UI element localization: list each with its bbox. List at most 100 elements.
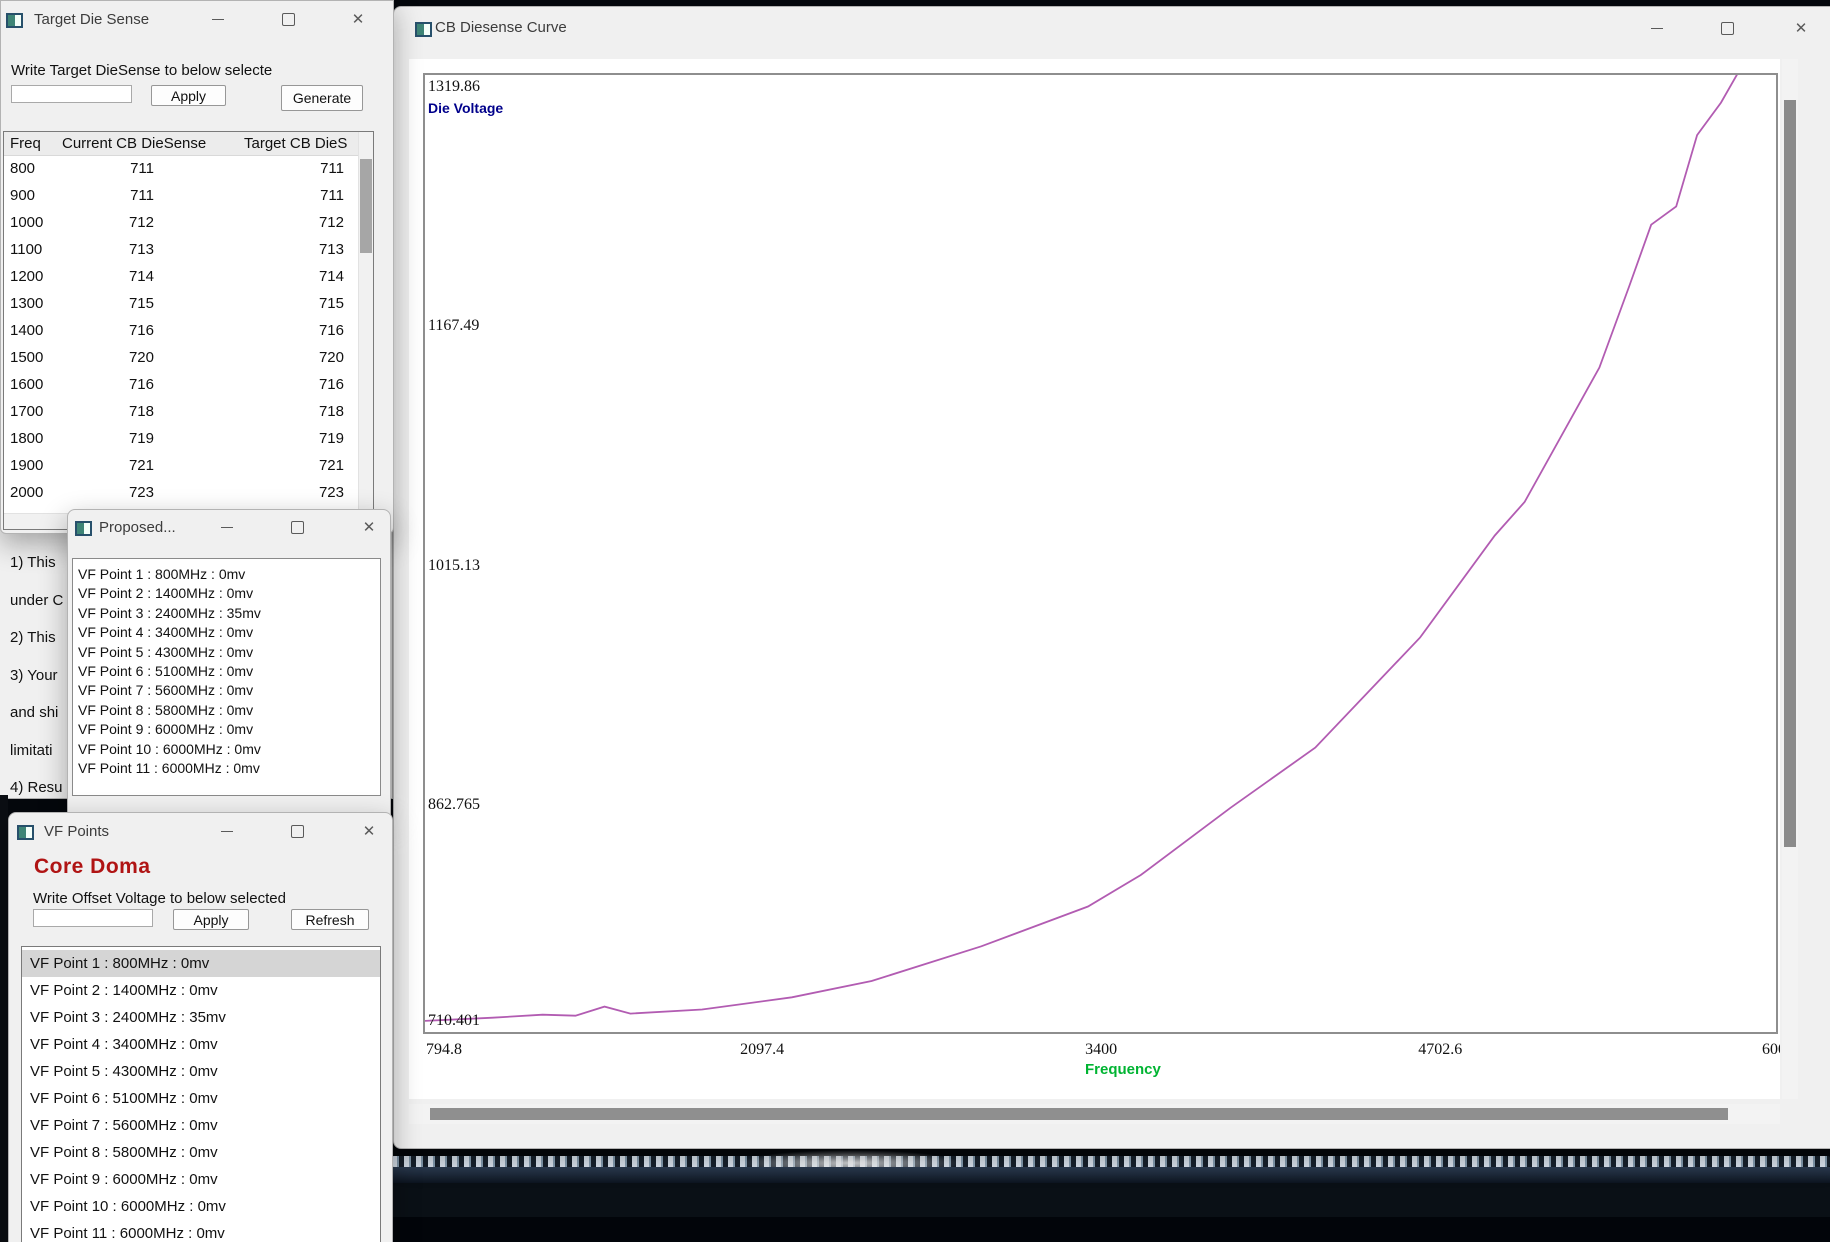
chart-vertical-scrollbar[interactable] <box>1782 59 1798 1099</box>
column-header[interactable]: Freq <box>10 135 41 152</box>
y-axis-title: Die Voltage <box>428 100 504 116</box>
vf-titlebar[interactable]: VF Points <box>9 813 392 849</box>
list-item[interactable]: VF Point 11 : 6000MHz : 0mv <box>22 1220 380 1242</box>
cb-window-title: CB Diesense Curve <box>435 19 567 36</box>
table-cell: 1900 <box>10 457 44 474</box>
table-header-row: Freq Current CB DieSense Target CB DieS <box>4 132 373 156</box>
list-item[interactable]: VF Point 1 : 800MHz : 0mv <box>22 950 380 977</box>
list-item[interactable]: VF Point 6 : 5100MHz : 0mv <box>22 1085 380 1112</box>
x-axis-title: Frequency <box>1085 1061 1161 1078</box>
proposed-window-title: Proposed... <box>99 519 176 536</box>
table-cell: 1700 <box>10 403 44 420</box>
table-row[interactable]: 1900 721 721 <box>4 452 373 479</box>
list-item[interactable]: VF Point 4 : 3400MHz : 0mv <box>73 623 380 642</box>
minimize-button[interactable] <box>210 514 244 540</box>
target-caption-label: Write Target DieSense to below selecte <box>11 62 273 79</box>
column-header[interactable]: Target CB DieS <box>244 135 347 152</box>
maximize-button[interactable] <box>280 818 314 844</box>
vf-point-list[interactable]: VF Point 1 : 800MHz : 0mv VF Point 2 : 14… <box>21 946 381 1242</box>
list-item[interactable]: VF Point 8 : 5800MHz : 0mv <box>22 1139 380 1166</box>
table-vertical-scrollbar-thumb[interactable] <box>360 159 372 253</box>
table-row[interactable]: 1800 719 719 <box>4 425 373 452</box>
x-tick-label: 6000 <box>1762 1041 1780 1058</box>
y-tick-label: 1015.13 <box>428 556 480 574</box>
cb-diesense-curve-window: CB Diesense Curve 1319.86 1167.49 1015.13 8… <box>393 6 1830 1149</box>
target-titlebar[interactable]: Target Die Sense <box>1 1 393 37</box>
close-button[interactable] <box>352 514 386 540</box>
list-item[interactable]: VF Point 10 : 6000MHz : 0mv <box>22 1193 380 1220</box>
table-row[interactable]: 1100 713 713 <box>4 236 373 263</box>
list-item[interactable]: VF Point 7 : 5600MHz : 0mv <box>22 1112 380 1139</box>
column-header[interactable]: Current CB DieSense <box>62 135 206 152</box>
minimize-button[interactable] <box>1640 15 1674 41</box>
table-cell: 2000 <box>10 484 44 501</box>
table-row[interactable]: 1200 714 714 <box>4 263 373 290</box>
apply-button[interactable]: Apply <box>173 909 249 930</box>
list-item[interactable]: VF Point 1 : 800MHz : 0mv <box>73 565 380 584</box>
y-tick-label: 1319.86 <box>428 78 480 95</box>
table-cell: 723 <box>128 484 154 501</box>
maximize-icon <box>281 12 295 26</box>
list-item[interactable]: VF Point 11 : 6000MHz : 0mv <box>73 759 380 778</box>
list-item[interactable]: VF Point 3 : 2400MHz : 35mv <box>22 1004 380 1031</box>
list-item[interactable]: VF Point 2 : 1400MHz : 0mv <box>22 977 380 1004</box>
table-row[interactable]: 1500 720 720 <box>4 344 373 371</box>
chart-horizontal-scrollbar[interactable] <box>409 1104 1780 1124</box>
maximize-button[interactable] <box>1710 15 1744 41</box>
table-row[interactable]: 900 711 711 <box>4 182 373 209</box>
table-row[interactable]: 1000 712 712 <box>4 209 373 236</box>
table-cell: 1500 <box>10 349 44 366</box>
maximize-button[interactable] <box>271 6 305 32</box>
minimize-button[interactable] <box>210 818 244 844</box>
table-row[interactable]: 2000 723 723 <box>4 479 373 506</box>
y-tick-label: 1167.49 <box>428 317 480 335</box>
table-row[interactable]: 1300 715 715 <box>4 290 373 317</box>
table-cell: 1400 <box>10 322 44 339</box>
notes-text-line: under C <box>10 591 64 609</box>
refresh-button[interactable]: Refresh <box>291 909 369 930</box>
list-item[interactable]: VF Point 5 : 4300MHz : 0mv <box>22 1058 380 1085</box>
chart-horizontal-scrollbar-thumb[interactable] <box>430 1108 1728 1120</box>
notes-text-line: 3) Your <box>10 666 58 684</box>
vf-window-title: VF Points <box>44 823 110 840</box>
list-item[interactable]: VF Point 3 : 2400MHz : 35mv <box>73 604 380 623</box>
app-form-icon <box>6 13 23 28</box>
table-vertical-scrollbar[interactable] <box>358 132 373 529</box>
table-row[interactable]: 1700 718 718 <box>4 398 373 425</box>
list-item[interactable]: VF Point 7 : 5600MHz : 0mv <box>73 681 380 700</box>
minimize-button[interactable] <box>201 6 235 32</box>
maximize-icon <box>290 520 304 534</box>
proposed-vf-point-list[interactable]: VF Point 1 : 800MHz : 0mv VF Point 2 : 14… <box>72 558 381 796</box>
chart-vertical-scrollbar-thumb[interactable] <box>1784 100 1796 847</box>
wallpaper-band <box>392 1167 1830 1183</box>
list-item[interactable]: VF Point 9 : 6000MHz : 0mv <box>73 720 380 739</box>
apply-button[interactable]: Apply <box>151 85 226 106</box>
table-cell: 715 <box>318 295 344 312</box>
list-item[interactable]: VF Point 10 : 6000MHz : 0mv <box>73 740 380 759</box>
table-row[interactable]: 800 711 711 <box>4 155 373 182</box>
offset-voltage-input[interactable] <box>33 909 153 927</box>
table-cell: 1100 <box>10 241 43 258</box>
table-cell: 721 <box>128 457 154 474</box>
generate-button[interactable]: Generate <box>281 85 363 111</box>
maximize-icon <box>290 824 304 838</box>
table-cell: 716 <box>318 322 344 339</box>
close-button[interactable] <box>341 6 375 32</box>
close-button[interactable] <box>1784 15 1818 41</box>
table-row[interactable]: 1400 716 716 <box>4 317 373 344</box>
x-tick-label: 794.8 <box>426 1041 462 1058</box>
list-item[interactable]: VF Point 9 : 6000MHz : 0mv <box>22 1166 380 1193</box>
target-diesense-input[interactable] <box>11 85 132 103</box>
list-item[interactable]: VF Point 6 : 5100MHz : 0mv <box>73 662 380 681</box>
cb-titlebar[interactable]: CB Diesense Curve <box>394 7 1830 43</box>
close-button[interactable] <box>352 818 386 844</box>
list-item[interactable]: VF Point 4 : 3400MHz : 0mv <box>22 1031 380 1058</box>
list-item[interactable]: VF Point 2 : 1400MHz : 0mv <box>73 584 380 603</box>
list-item[interactable]: VF Point 5 : 4300MHz : 0mv <box>73 643 380 662</box>
table-row[interactable]: 1600 716 716 <box>4 371 373 398</box>
maximize-button[interactable] <box>280 514 314 540</box>
list-item[interactable]: VF Point 8 : 5800MHz : 0mv <box>73 701 380 720</box>
table-cell: 1800 <box>10 430 44 447</box>
proposed-titlebar[interactable]: Proposed... <box>68 510 390 546</box>
table-cell: 721 <box>318 457 344 474</box>
